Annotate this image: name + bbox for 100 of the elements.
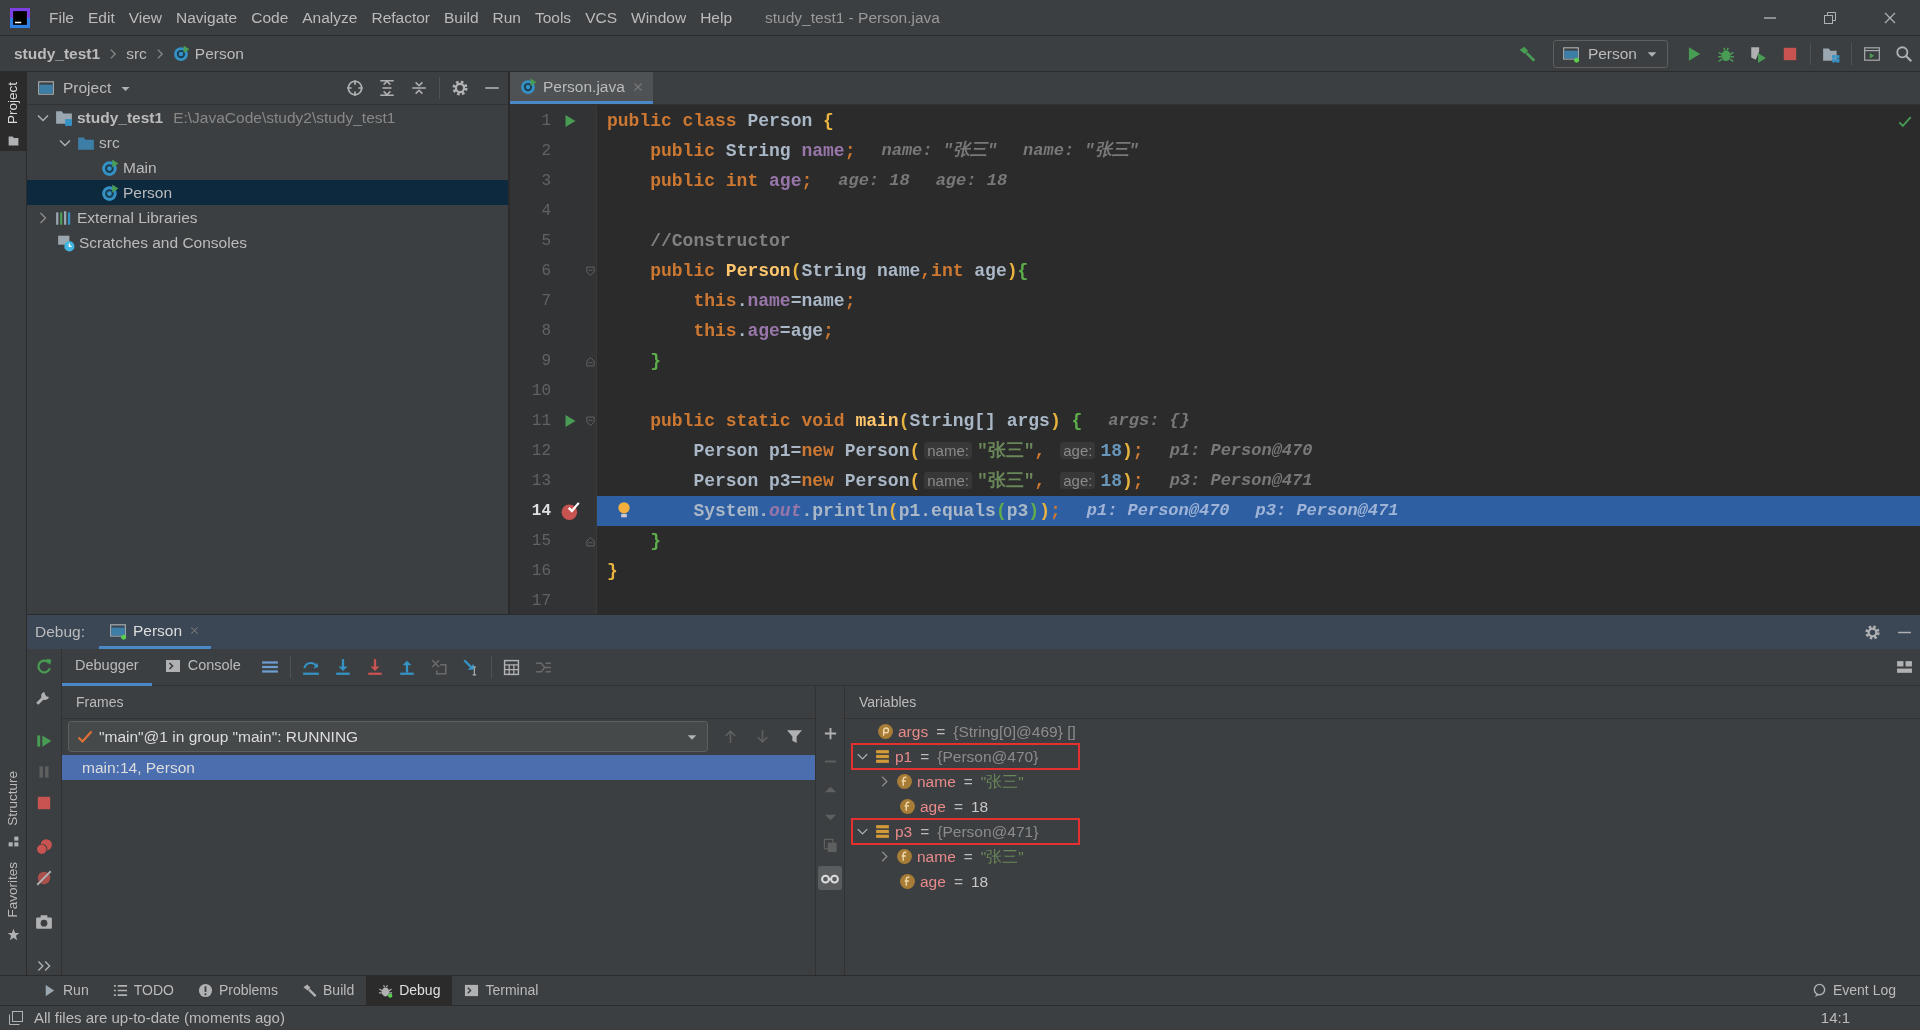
menu-item[interactable]: Refactor — [364, 5, 438, 30]
search-icon[interactable] — [1895, 44, 1913, 63]
operator: = — [953, 871, 963, 892]
console-icon — [164, 657, 181, 674]
menu-item[interactable]: Help — [693, 5, 740, 30]
window-icon — [1561, 44, 1580, 63]
menu-item[interactable]: Tools — [527, 5, 579, 30]
code-line: } — [650, 349, 661, 373]
code-line: public Person(String name,int age){ — [650, 259, 1029, 283]
collapse-all-icon[interactable] — [410, 79, 428, 97]
variable-name: p1 — [895, 746, 913, 767]
variable-value: 18 — [970, 796, 989, 817]
menu-item[interactable]: Run — [485, 5, 528, 30]
mute-breakpoints-icon[interactable] — [35, 869, 53, 887]
tree-item[interactable]: src — [27, 130, 508, 155]
breakpoint-icon[interactable] — [560, 501, 580, 521]
window-icon[interactable] — [1863, 44, 1881, 63]
class-icon — [520, 78, 537, 95]
tool-window-tab[interactable]: TODO — [100, 975, 186, 1006]
run-configuration-dropdown[interactable]: Person — [1552, 39, 1668, 68]
menu-item[interactable]: Code — [244, 5, 296, 30]
breadcrumb[interactable]: Person — [172, 41, 244, 66]
force-step-into-icon[interactable] — [365, 658, 384, 676]
tool-window-tab[interactable]: Problems — [185, 975, 291, 1006]
calculator-icon[interactable] — [503, 658, 521, 676]
menu-item[interactable]: Edit — [81, 5, 122, 30]
window-icon — [37, 79, 55, 97]
fold-icon[interactable] — [583, 354, 597, 368]
tool-window-tab[interactable]: Structure — [0, 760, 27, 853]
code-line: } — [607, 559, 618, 583]
window-icon — [109, 621, 127, 640]
lightbulb-icon[interactable] — [615, 501, 633, 519]
thread-dropdown[interactable]: "main"@1 in group "main": RUNNING — [68, 721, 708, 752]
plus-icon[interactable] — [822, 726, 838, 741]
code-line: Person p1=new Person( name: "张三", age: 18); — [693, 439, 1144, 463]
stop-icon[interactable] — [35, 794, 53, 812]
fold-icon[interactable] — [583, 414, 597, 428]
breadcrumb[interactable]: src — [126, 41, 147, 66]
debugger-tab[interactable]: Debugger — [62, 648, 152, 686]
coverage-icon[interactable] — [1749, 44, 1767, 63]
tool-window-tab[interactable]: Terminal — [452, 975, 551, 1006]
bug-icon — [378, 983, 394, 998]
session-tab[interactable]: Person — [99, 615, 212, 649]
locate-icon[interactable] — [346, 79, 364, 97]
field-icon — [896, 848, 913, 865]
tree-item[interactable]: Scratches and Consoles — [27, 230, 508, 255]
panel-toggle-icon[interactable] — [8, 1010, 24, 1026]
tree-label: External Libraries — [77, 207, 198, 228]
tool-window-tab[interactable]: Project — [0, 72, 27, 152]
event-log-tab[interactable]: Event Log — [1799, 975, 1908, 1006]
tree-item[interactable]: study_test1 E:\JavaCode\study2\study_test1 — [27, 105, 508, 130]
menu-item[interactable]: View — [121, 5, 170, 30]
menu-item[interactable]: Build — [437, 5, 486, 30]
drop-frame-icon[interactable] — [429, 658, 448, 676]
panel-title-dropdown[interactable]: Project — [37, 76, 133, 100]
breadcrumb[interactable]: study_test1 — [14, 41, 101, 66]
hammer-icon[interactable] — [1517, 44, 1536, 63]
tool-window-tab[interactable]: Build — [290, 975, 367, 1006]
fold-icon[interactable] — [583, 534, 597, 548]
tool-window-tab[interactable]: Favorites — [0, 852, 27, 945]
variable-name: name — [917, 771, 956, 792]
variable-name: p3 — [895, 821, 913, 842]
rerun-icon[interactable] — [35, 657, 53, 675]
section-title: Variables — [845, 686, 1920, 719]
menu-item[interactable]: Window — [624, 5, 694, 30]
step-out-icon[interactable] — [397, 658, 416, 676]
resume-icon[interactable] — [35, 732, 53, 750]
code-line: this.age=age; — [693, 319, 834, 343]
camera-icon[interactable] — [35, 913, 53, 931]
restore-icon[interactable] — [1822, 9, 1838, 26]
step-into-icon[interactable] — [333, 658, 352, 676]
editor-tab[interactable]: Person.java — [510, 72, 653, 104]
menu-item[interactable]: File — [42, 5, 81, 30]
field-icon — [899, 798, 916, 815]
tree-item[interactable]: Person — [27, 180, 508, 205]
filter-icon[interactable] — [785, 728, 803, 745]
variable-value: {String[0]@469} [] — [953, 721, 1076, 742]
tool-window-tab[interactable]: Debug — [366, 975, 453, 1006]
menu-item[interactable]: Analyze — [295, 5, 365, 30]
menu-item[interactable]: VCS — [578, 5, 624, 30]
grid-icon — [6, 835, 20, 849]
debugger-tab[interactable]: Console — [151, 648, 254, 686]
menu-item[interactable]: Navigate — [169, 5, 245, 30]
tool-window-tab[interactable]: Run — [30, 975, 101, 1006]
line-number: 14 — [530, 501, 552, 522]
code-line: this.name=name; — [693, 289, 856, 313]
expand-all-icon[interactable] — [378, 79, 396, 97]
settings-icon[interactable] — [451, 79, 469, 97]
tree-item[interactable]: Main — [27, 155, 508, 180]
folder-icon — [6, 134, 20, 148]
layout-icon[interactable] — [1895, 658, 1913, 676]
fold-icon[interactable] — [583, 264, 597, 278]
breakpoints-icon[interactable] — [35, 838, 53, 856]
frame-item[interactable]: main:14, Person — [62, 755, 815, 780]
tree-item[interactable]: External Libraries — [27, 205, 508, 230]
star-icon — [6, 928, 20, 941]
caret-position[interactable]: 14:1 — [1820, 1006, 1850, 1030]
settings-icon[interactable] — [1863, 623, 1881, 641]
code-line: public class Person { — [607, 109, 834, 133]
list-icon[interactable] — [260, 658, 279, 676]
